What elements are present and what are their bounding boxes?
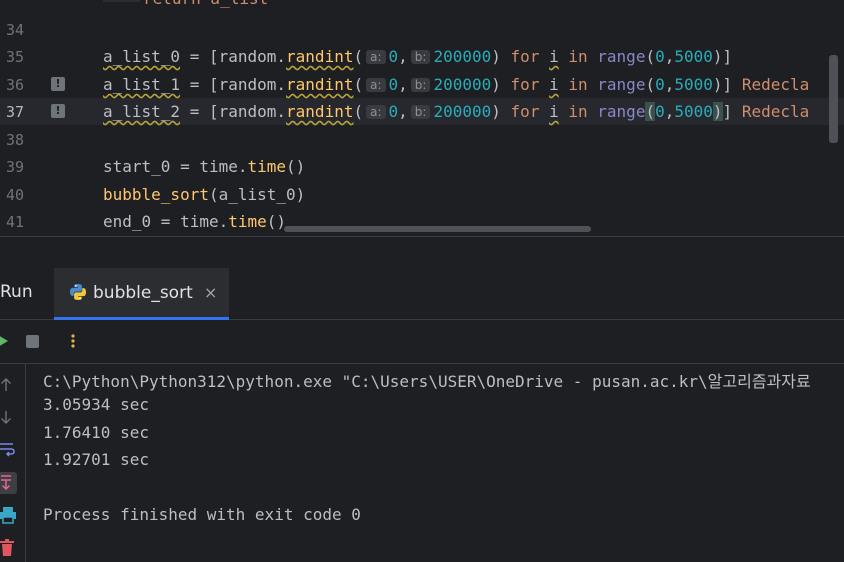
- warning-icon[interactable]: !: [51, 77, 65, 91]
- code-line-41[interactable]: end_0 = time.time(): [103, 212, 286, 231]
- vertical-scrollbar[interactable]: [829, 55, 838, 143]
- console-line: C:\Python\Python312\python.exe "C:\Users…: [43, 372, 811, 391]
- rerun-icon[interactable]: [0, 335, 8, 347]
- line-number: 35: [5, 48, 24, 66]
- print-icon[interactable]: [0, 506, 18, 524]
- code-line-37[interactable]: a_list_2 = [random.randint(a: 0, b: 200000)…: [103, 102, 809, 121]
- tab-bubble-sort[interactable]: bubble_sort ×: [54, 268, 229, 320]
- more-options-icon[interactable]: [70, 333, 76, 349]
- param-hint-b: b:: [410, 105, 431, 119]
- inline-warning: Redecla: [741, 102, 810, 121]
- run-toolbar: [0, 320, 844, 364]
- line-number: 37: [5, 103, 24, 121]
- run-panel-title: Run: [0, 282, 33, 302]
- param-hint-a: a:: [366, 105, 386, 119]
- code-line-35[interactable]: a_list_0 = [random.randint(a: 0, b: 200000)…: [103, 47, 732, 66]
- line-number: 41: [5, 213, 24, 231]
- code-editor[interactable]: return a_list 34 35 36 37 38 39 40 41 ! …: [0, 0, 844, 236]
- console-side-toolbar: [0, 364, 26, 562]
- tab-label: bubble_sort: [93, 283, 193, 303]
- code-line-39[interactable]: start_0 = time.time(): [103, 157, 305, 176]
- run-tool-window: Run bubble_sort × C:\Python\Python312\py…: [0, 268, 844, 562]
- indent-guide: [103, 0, 140, 2]
- line-number: 34: [5, 21, 24, 39]
- trash-icon[interactable]: [0, 538, 18, 556]
- line-number: 40: [5, 186, 24, 204]
- param-hint-a: a:: [366, 50, 386, 64]
- line-number: 39: [5, 158, 24, 176]
- param-hint-b: b:: [410, 78, 431, 92]
- scroll-to-end-icon: [1, 475, 11, 491]
- partial-top-line: return a_list: [0, 0, 844, 10]
- horizontal-scrollbar[interactable]: [284, 226, 591, 232]
- line-number: 38: [5, 131, 24, 149]
- param-hint-b: b:: [410, 50, 431, 64]
- close-icon[interactable]: ×: [204, 283, 217, 302]
- inline-warning: Redecla: [741, 75, 810, 94]
- scroll-to-end-toggle[interactable]: [0, 472, 17, 494]
- param-hint-a: a:: [366, 78, 386, 92]
- panel-divider[interactable]: [0, 236, 844, 269]
- console-line: Process finished with exit code 0: [43, 505, 361, 524]
- python-icon: [70, 284, 86, 300]
- code-return: return a_list: [143, 0, 268, 8]
- line-number: 36: [5, 76, 24, 94]
- stop-icon[interactable]: [26, 335, 39, 348]
- soft-wrap-icon[interactable]: [0, 440, 18, 458]
- console-line: 1.92701 sec: [43, 450, 149, 469]
- scroll-up-icon[interactable]: [0, 376, 18, 394]
- console-line: 3.05934 sec: [43, 395, 149, 414]
- warning-icon[interactable]: !: [51, 104, 65, 118]
- console-line: 1.76410 sec: [43, 423, 149, 442]
- run-tab-bar: Run bubble_sort ×: [0, 268, 844, 320]
- scroll-down-icon[interactable]: [0, 408, 18, 426]
- code-line-36[interactable]: a_list_1 = [random.randint(a: 0, b: 200000)…: [103, 75, 809, 94]
- code-line-40[interactable]: bubble_sort(a_list_0): [103, 185, 305, 204]
